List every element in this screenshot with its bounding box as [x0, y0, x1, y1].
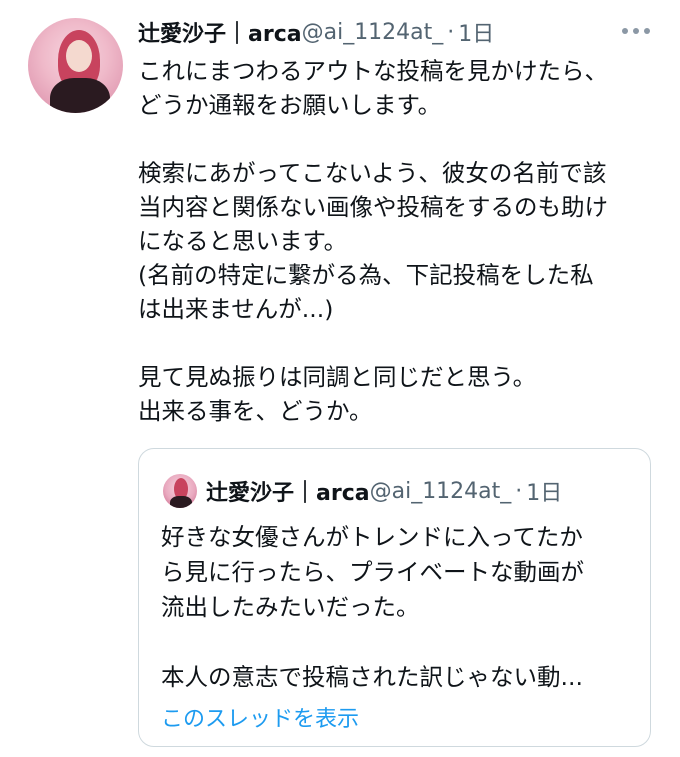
tweet[interactable]: 辻愛沙子｜arca @ai_1124at_ · 1日 これにまつわるアウトな投稿… — [0, 0, 680, 757]
quote-body: 好きな女優さんがトレンドに入ってたか ら見に行ったら、プライベートな動画が 流出… — [161, 523, 584, 691]
quote-time[interactable]: 1日 — [526, 475, 562, 507]
dot — [633, 28, 639, 34]
dot — [622, 28, 628, 34]
separator-dot: · — [447, 19, 455, 45]
quote-avatar[interactable] — [163, 474, 197, 508]
avatar-face — [66, 40, 92, 72]
quote-author-name[interactable]: 辻愛沙子｜arca — [206, 475, 370, 507]
separator-dot: · — [515, 478, 523, 504]
author-handle[interactable]: @ai_1124at_ — [302, 20, 444, 45]
profile-avatar[interactable] — [28, 18, 123, 113]
quote-author-handle[interactable]: @ai_1124at_ — [370, 479, 512, 504]
tweet-time[interactable]: 1日 — [458, 16, 494, 48]
tweet-body: これにまつわるアウトな投稿を見かけたら、 どうか通報をお願いします。 検索にあが… — [138, 57, 608, 425]
quote-header: 辻愛沙子｜arca @ai_1124at_ · 1日 — [206, 475, 562, 507]
tweet-header: 辻愛沙子｜arca @ai_1124at_ · 1日 — [138, 16, 494, 48]
show-thread-link[interactable]: このスレッドを表示 — [161, 701, 359, 733]
more-dots-icon[interactable] — [622, 28, 650, 36]
author-name[interactable]: 辻愛沙子｜arca — [138, 16, 302, 48]
dot — [644, 28, 650, 34]
avatar-body — [170, 496, 192, 508]
avatar-body — [50, 78, 110, 113]
quoted-tweet[interactable]: 辻愛沙子｜arca @ai_1124at_ · 1日 好きな女優さんがトレンドに… — [138, 448, 651, 747]
